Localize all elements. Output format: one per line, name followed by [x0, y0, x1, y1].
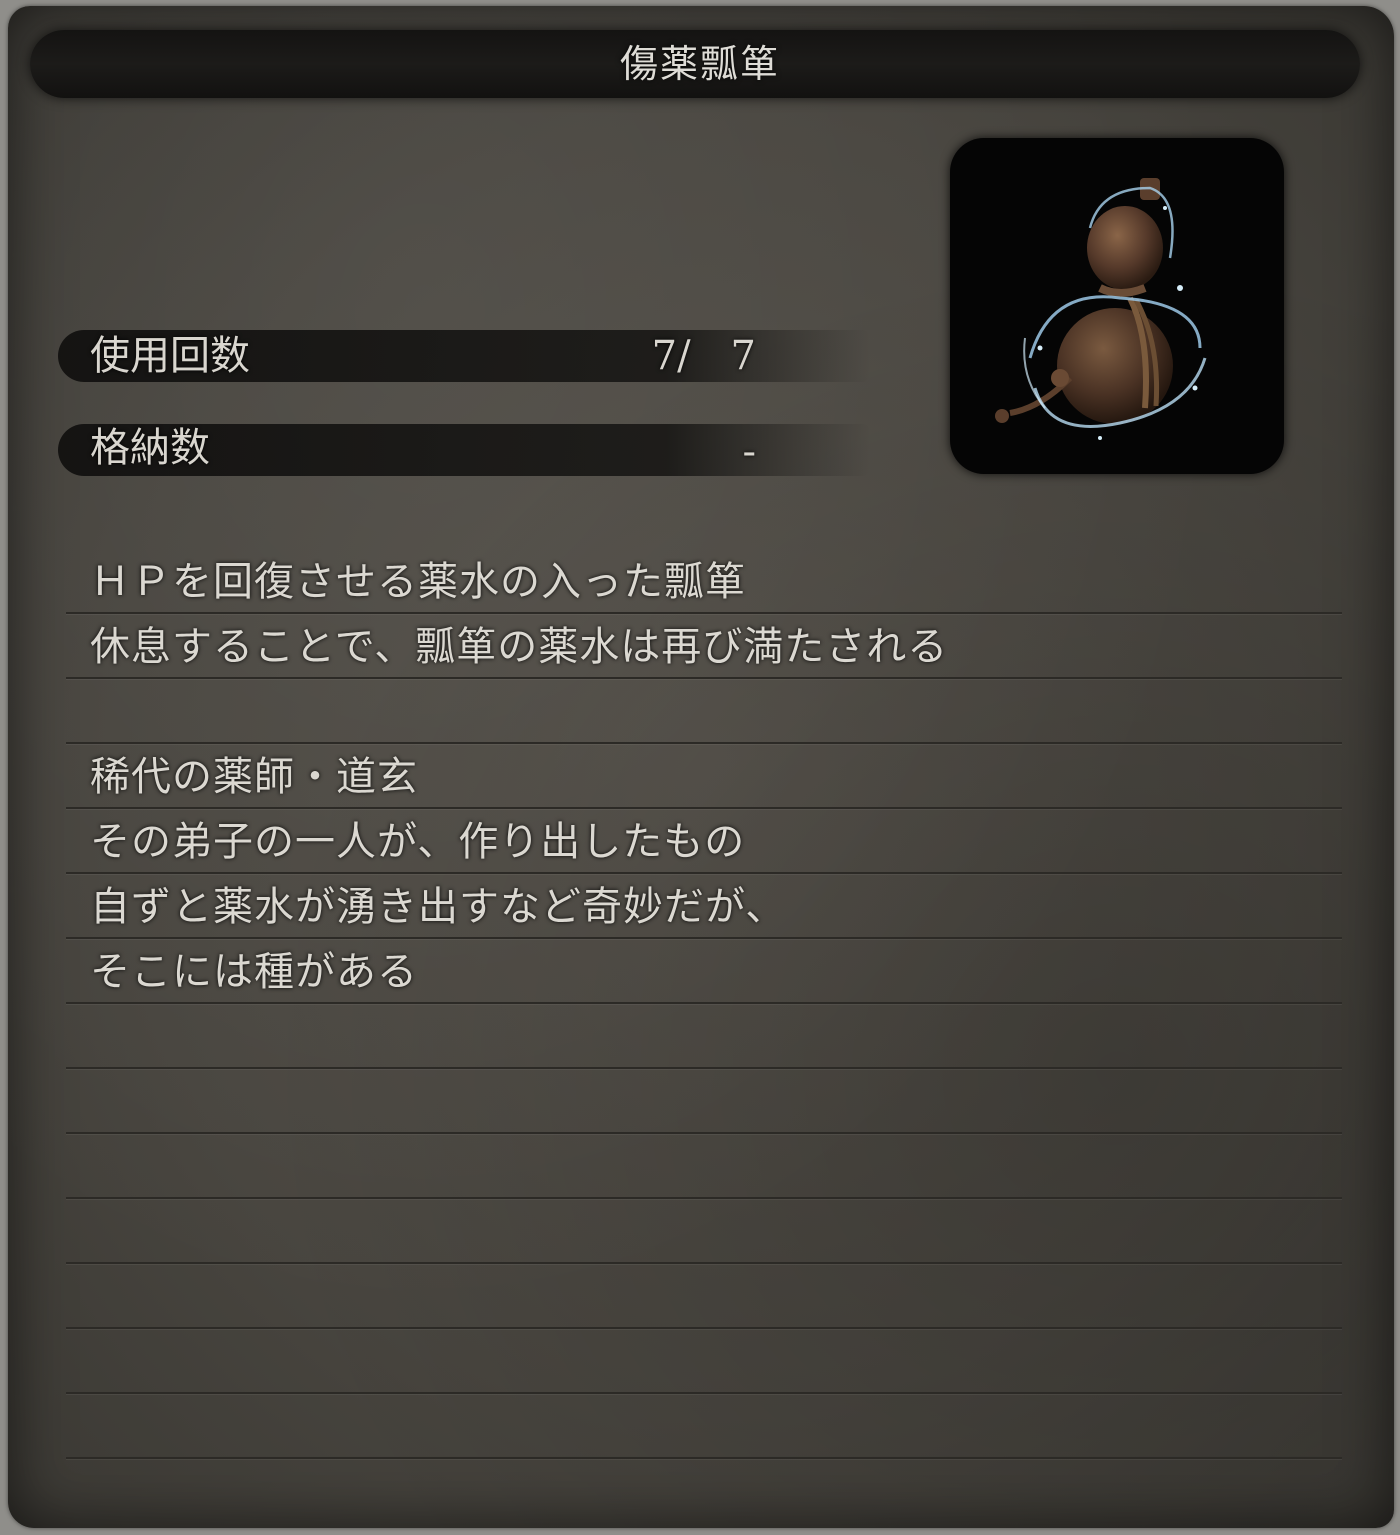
ruled-line — [66, 807, 1342, 809]
item-icon-frame — [950, 138, 1284, 474]
ruled-line — [66, 1262, 1342, 1264]
ruled-line — [66, 612, 1342, 614]
ruled-line — [66, 1067, 1342, 1069]
description-line: 稀代の薬師・道玄 — [90, 754, 418, 800]
ruled-line — [66, 1002, 1342, 1004]
ruled-line — [66, 1457, 1342, 1459]
stat-label-uses: 使用回数 — [90, 333, 250, 379]
ruled-line — [66, 742, 1342, 744]
description-line: 自ずと薬水が湧き出すなど奇妙だが、 — [90, 884, 787, 930]
ruled-line — [66, 1197, 1342, 1199]
ruled-line — [66, 1327, 1342, 1329]
description-line: ＨＰを回復させる薬水の入った瓢箪 — [90, 559, 746, 605]
stat-value-storage: - — [742, 429, 756, 475]
description-line: その弟子の一人が、作り出したもの — [90, 819, 746, 865]
stat-label-storage: 格納数 — [90, 425, 210, 471]
ruled-line — [66, 872, 1342, 874]
ruled-line — [66, 937, 1342, 939]
stat-value-uses: 7/ 7 — [651, 333, 756, 379]
item-title: 傷薬瓢箪 — [619, 42, 780, 86]
description-line: そこには種がある — [90, 949, 418, 995]
healing-gourd-icon — [995, 178, 1207, 440]
description-line: 休息することで、瓢箪の薬水は再び満たされる — [90, 624, 949, 670]
ruled-line — [66, 1392, 1342, 1394]
ruled-line — [66, 677, 1342, 679]
ruled-line — [66, 1132, 1342, 1134]
